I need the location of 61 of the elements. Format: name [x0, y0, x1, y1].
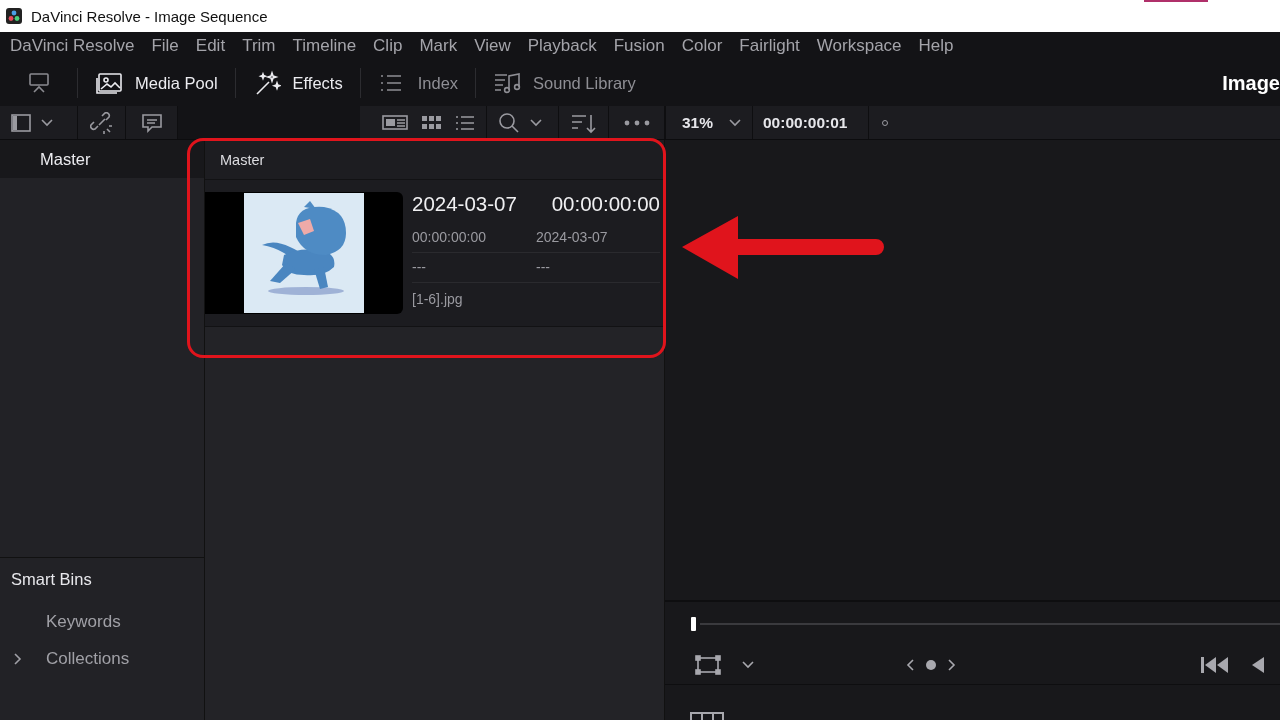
module-button[interactable]: Sound Library [476, 68, 653, 98]
module-button[interactable]: Index [360, 68, 477, 98]
chevron-down-icon[interactable] [728, 117, 742, 128]
grid-view-icon[interactable] [420, 113, 442, 132]
menu-item[interactable]: Help [918, 36, 954, 56]
image-icon [95, 70, 123, 96]
search-icon[interactable] [497, 111, 521, 134]
clip-field: [1-6].jpg [412, 290, 536, 307]
smart-bin-item[interactable]: Collections [46, 648, 130, 669]
app-logo-icon [6, 8, 22, 24]
chevron-down-icon[interactable] [741, 659, 755, 670]
module-button[interactable]: Media Pool [78, 68, 236, 98]
grid-icon[interactable] [690, 712, 724, 720]
bin-item[interactable]: Master [0, 140, 204, 178]
playhead[interactable] [691, 616, 696, 631]
clip-field: --- [536, 259, 660, 276]
chevron-right-icon[interactable] [947, 657, 957, 672]
window-title: DaVinci Resolve - Image Sequence [31, 7, 268, 25]
link-icon[interactable] [89, 111, 114, 134]
menu-item[interactable]: Trim [242, 36, 276, 56]
clip-date: 2024-03-07 [412, 192, 517, 217]
menu-item[interactable]: Mark [419, 36, 458, 56]
menu-item[interactable]: Fairlight [739, 36, 800, 56]
section-heading: Smart Bins [10, 570, 93, 589]
clip-card[interactable]: 2024-03-07 00:00:00:00 00:00:00:00 2024-03-07 --- --- [1-6].jpg [205, 180, 664, 327]
more-icon[interactable] [622, 118, 651, 127]
menu-item[interactable]: Color [681, 36, 723, 56]
dot-icon[interactable] [925, 658, 937, 671]
dot-icon [881, 118, 889, 127]
menu-item[interactable]: Playback [527, 36, 597, 56]
menu-item[interactable]: Clip [373, 36, 403, 56]
thumbnail-view-icon[interactable] [382, 113, 408, 132]
panel-layout-icon[interactable] [10, 112, 32, 133]
play-reverse-icon[interactable] [1250, 655, 1266, 674]
menu-item[interactable]: Timeline [292, 36, 357, 56]
clip-field: 2024-03-07 [536, 228, 660, 245]
menu-item[interactable]: View [474, 36, 511, 56]
chevron-right-icon[interactable] [13, 651, 23, 666]
crop-frame-icon[interactable] [695, 654, 721, 675]
presentation-icon[interactable] [26, 72, 51, 94]
music-list-icon [493, 70, 522, 96]
bin-title: Master [205, 140, 664, 180]
smart-bin-item[interactable]: Keywords [46, 611, 121, 632]
chevron-down-icon[interactable] [40, 117, 54, 128]
comment-icon[interactable] [139, 111, 164, 134]
menu-item[interactable]: Workspace [816, 36, 902, 56]
menu-item[interactable]: Fusion [613, 36, 665, 56]
clip-field: --- [412, 259, 536, 276]
module-button[interactable]: Effects [235, 68, 361, 98]
chevron-down-icon[interactable] [529, 117, 543, 128]
viewer-title: Image [1222, 71, 1280, 95]
menu-item[interactable]: Edit [195, 36, 226, 56]
chevron-left-icon[interactable] [905, 657, 915, 672]
list-view-icon[interactable] [454, 113, 476, 132]
timecode: 00:00:00:01 [763, 113, 848, 132]
menu-item[interactable]: DaVinci Resolve [10, 36, 135, 56]
clip-timecode: 00:00:00:00 [551, 192, 660, 217]
menu-item[interactable]: File [151, 36, 179, 56]
scrubber-track[interactable] [700, 622, 1280, 625]
skip-back-icon[interactable] [1200, 655, 1230, 674]
clip-field: 00:00:00:00 [412, 228, 536, 245]
